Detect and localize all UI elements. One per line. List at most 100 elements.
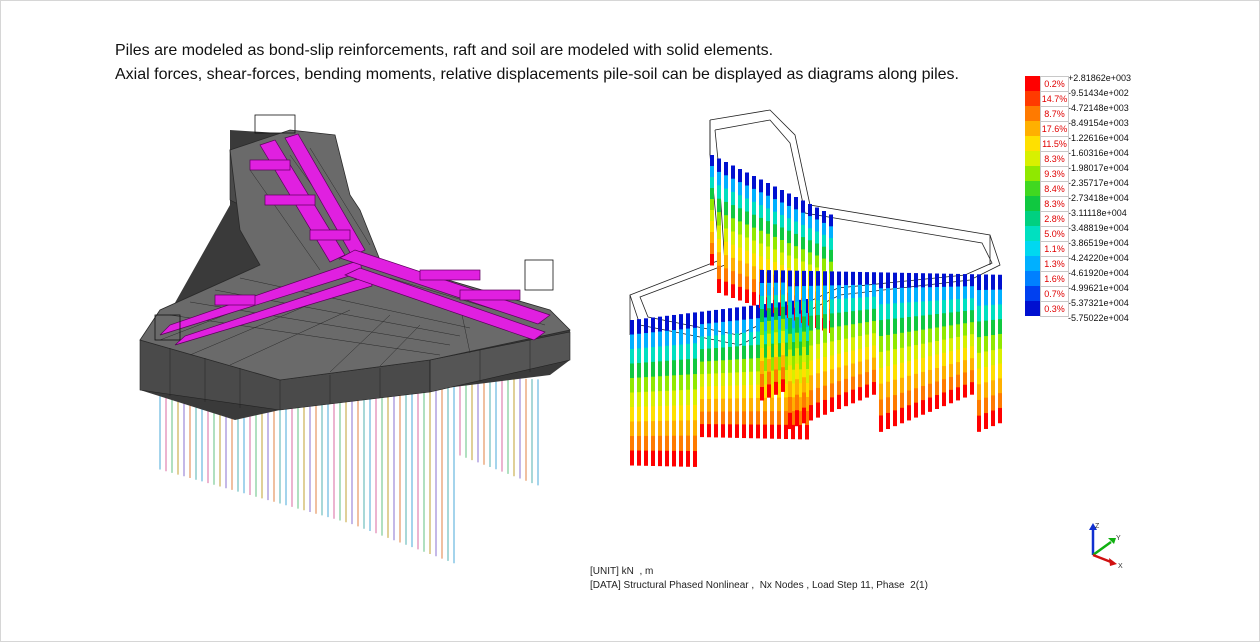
pile-segment: [788, 349, 792, 366]
pile-segment: [914, 345, 918, 360]
pile-segment: [949, 338, 953, 352]
pile-segment: [742, 372, 746, 386]
pile-segment: [745, 198, 749, 212]
pile-segment: [865, 372, 869, 386]
z-axis-label: Z: [1095, 523, 1100, 530]
pile-segment: [935, 381, 939, 396]
pile-segment: [749, 358, 753, 373]
pile-segment: [760, 361, 764, 375]
pile-segment: [707, 386, 711, 400]
pile-segment: [798, 424, 802, 440]
pile-segment: [914, 273, 918, 288]
pile-segment: [963, 335, 967, 349]
pile-segment: [766, 221, 770, 235]
pile-segment: [977, 305, 981, 322]
pile-segment: [893, 287, 897, 304]
pile-segment: [808, 228, 812, 241]
pile-segment: [879, 383, 883, 401]
pile-segment: [756, 331, 760, 346]
pile-segment: [914, 287, 918, 303]
pile-segment: [858, 374, 862, 388]
pile-segment: [794, 209, 798, 223]
pile-segment: [907, 361, 911, 377]
pile-segment: [721, 360, 725, 374]
pile-segment: [752, 266, 756, 280]
pile-segment: [921, 273, 925, 288]
pile-segment: [749, 424, 753, 439]
pile-segment: [872, 369, 876, 383]
pile-segment: [830, 369, 834, 384]
pile-segment: [767, 346, 771, 360]
pile-segment: [788, 317, 792, 335]
pile-segment: [749, 384, 753, 399]
pile-segment: [809, 315, 813, 332]
pile-segment: [886, 397, 890, 414]
pile-segment: [977, 415, 981, 432]
raft-pile-mesh-view: [139, 114, 571, 564]
pile-segment: [816, 344, 820, 360]
pile-segment: [767, 371, 771, 385]
pile-segment: [851, 376, 855, 391]
pile-segment: [984, 413, 988, 429]
pile-segment: [822, 222, 826, 236]
pile-segment: [865, 334, 869, 348]
pile-segment: [728, 308, 732, 322]
pile-segment: [802, 346, 806, 363]
pile-segment: [998, 274, 1002, 291]
pile-segment: [788, 270, 792, 287]
pile-segment: [700, 424, 704, 438]
pile-segment: [721, 309, 725, 323]
pile-segment: [949, 376, 953, 391]
pile-segment: [644, 347, 648, 363]
pile-segment: [749, 332, 753, 346]
pile-segment: [788, 286, 792, 303]
pile-segment: [963, 384, 967, 398]
legend-entry: 0.2% -9.51434e+002: [1025, 70, 1255, 98]
legend-entry: 17.6% -1.22616e+004: [1025, 115, 1255, 143]
pile-segment: [644, 318, 648, 334]
pile-segment: [693, 343, 697, 360]
pile-segment: [928, 328, 932, 343]
pile-segment: [774, 369, 778, 383]
pile-segment: [795, 410, 799, 427]
pile-segment: [858, 297, 862, 311]
pile-segment: [767, 333, 771, 347]
pile-segment: [837, 394, 841, 410]
pile-segment: [760, 296, 764, 310]
pile-segment: [907, 346, 911, 362]
pile-segment: [763, 411, 767, 426]
pile-segment: [879, 399, 883, 416]
pile-segment: [991, 395, 995, 412]
pile-segment: [700, 349, 704, 363]
pile-segment: [717, 212, 721, 226]
pile-segment: [998, 333, 1002, 350]
pile-segment: [844, 271, 848, 286]
pile-segment: [998, 289, 1002, 305]
pile-segment: [900, 347, 904, 364]
pile-segment: [970, 310, 974, 323]
pile-segment: [658, 346, 662, 362]
pile-segment: [914, 402, 918, 418]
pile-segment: [752, 188, 756, 203]
pile-segment: [749, 318, 753, 333]
pile-segment: [851, 284, 855, 299]
pile-segment: [651, 450, 655, 466]
pile-segment: [770, 424, 774, 439]
pile-segment: [956, 299, 960, 313]
pile-segment: [794, 221, 798, 235]
pile-segment: [907, 272, 911, 289]
pile-segment: [984, 336, 988, 352]
pile-segment: [801, 249, 805, 262]
pile-segment: [767, 308, 771, 322]
pile-segment: [872, 382, 876, 395]
pile-segment: [998, 319, 1002, 335]
pile-segment: [745, 185, 749, 199]
pile-segment: [672, 345, 676, 361]
pile-segment: [921, 371, 925, 387]
pile-segment: [752, 292, 756, 306]
pile-segment: [942, 273, 946, 288]
pile-segment: [991, 365, 995, 381]
pile-segment: [738, 208, 742, 222]
pile-segment: [752, 240, 756, 254]
pile-segment: [637, 377, 641, 393]
